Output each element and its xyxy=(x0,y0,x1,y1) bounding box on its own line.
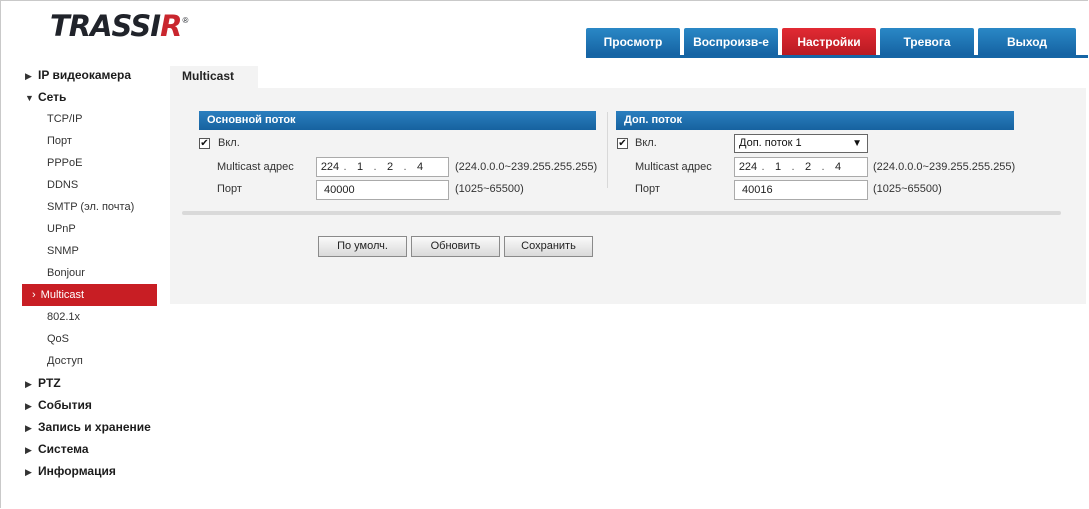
sidebar-item-storage[interactable]: ▶ Запись и хранение xyxy=(22,416,157,438)
sidebar-item-ip-camera[interactable]: ▶ IP видеокамера xyxy=(22,64,157,86)
top-nav: Просмотр Воспроизв-е Настройки Тревога В… xyxy=(586,28,1080,55)
sidebar-item-events[interactable]: ▶ События xyxy=(22,394,157,416)
expand-right-icon: ▶ xyxy=(25,423,32,433)
expand-down-icon: ▼ xyxy=(25,93,34,103)
sub-enable-label: Вкл. xyxy=(635,137,657,149)
tab-playback[interactable]: Воспроизв-е xyxy=(684,28,778,55)
sidebar-item-label: PTZ xyxy=(38,376,61,390)
sidebar-item-label: Сеть xyxy=(38,90,67,104)
main-port-input[interactable]: 40000 xyxy=(316,180,449,200)
sidebar-item-label: События xyxy=(38,398,92,412)
main-port-label: Порт xyxy=(217,183,242,195)
chevron-right-icon: › xyxy=(32,289,36,301)
main-port-range: (1025~65500) xyxy=(455,183,524,195)
default-button[interactable]: По умолч. xyxy=(318,236,407,257)
sidebar-item-multicast[interactable]: › Multicast xyxy=(22,284,157,306)
expand-right-icon: ▶ xyxy=(25,445,32,455)
sidebar-item-port[interactable]: Порт xyxy=(22,130,157,152)
sidebar-item-ddns[interactable]: DDNS xyxy=(22,174,157,196)
main-address-input[interactable]: 224. 1. 2. 4 xyxy=(316,157,449,177)
section-divider xyxy=(607,112,608,188)
tab-multicast[interactable]: Multicast xyxy=(170,66,258,88)
sub-stream-header: Доп. поток xyxy=(616,111,1014,130)
sidebar-item-upnp[interactable]: UPnP xyxy=(22,218,157,240)
tab-view[interactable]: Просмотр xyxy=(586,28,680,55)
main-enable-checkbox[interactable]: ✔ xyxy=(199,138,210,149)
sub-enable-checkbox[interactable]: ✔ xyxy=(617,138,628,149)
sidebar: ▶ IP видеокамера ▼ Сеть TCP/IP Порт PPPoE … xyxy=(22,64,157,482)
sidebar-item-label: Multicast xyxy=(40,289,85,301)
expand-right-icon: ▶ xyxy=(25,379,32,389)
sidebar-item-access[interactable]: Доступ xyxy=(22,350,157,372)
sidebar-item-network[interactable]: ▼ Сеть xyxy=(22,86,157,108)
chevron-down-icon: ▼ xyxy=(852,138,862,149)
tab-settings[interactable]: Настройки xyxy=(782,28,876,55)
sub-stream-select[interactable]: Доп. поток 1 ▼ xyxy=(734,134,868,153)
refresh-button[interactable]: Обновить xyxy=(411,236,500,257)
tab-alarm[interactable]: Тревога xyxy=(880,28,974,55)
main-address-label: Multicast адрес xyxy=(217,161,294,173)
trassir-logo: TRASSIR ® xyxy=(50,9,189,43)
expand-right-icon: ▶ xyxy=(25,401,32,411)
sidebar-item-label: Запись и хранение xyxy=(38,420,151,434)
main-stream-header: Основной поток xyxy=(199,111,596,130)
expand-right-icon: ▶ xyxy=(25,467,32,477)
sidebar-item-smtp[interactable]: SMTP (эл. почта) xyxy=(22,196,157,218)
sub-address-range: (224.0.0.0~239.255.255.255) xyxy=(873,161,1016,173)
sidebar-item-pppoe[interactable]: PPPoE xyxy=(22,152,157,174)
horizontal-separator xyxy=(182,211,1061,215)
tab-logout[interactable]: Выход xyxy=(978,28,1076,55)
expand-right-icon: ▶ xyxy=(25,71,32,81)
sub-port-range: (1025~65500) xyxy=(873,183,942,195)
main-address-range: (224.0.0.0~239.255.255.255) xyxy=(455,161,598,173)
sidebar-item-qos[interactable]: QoS xyxy=(22,328,157,350)
save-button[interactable]: Сохранить xyxy=(504,236,593,257)
sidebar-item-ptz[interactable]: ▶ PTZ xyxy=(22,372,157,394)
sidebar-item-info[interactable]: ▶ Информация xyxy=(22,460,157,482)
sidebar-item-snmp[interactable]: SNMP xyxy=(22,240,157,262)
sidebar-item-label: Информация xyxy=(38,464,116,478)
sidebar-item-8021x[interactable]: 802.1x xyxy=(22,306,157,328)
sidebar-item-system[interactable]: ▶ Система xyxy=(22,438,157,460)
sub-address-label: Multicast адрес xyxy=(635,161,712,173)
sidebar-item-label: IP видеокамера xyxy=(38,68,132,82)
sub-port-label: Порт xyxy=(635,183,660,195)
sub-port-input[interactable]: 40016 xyxy=(734,180,868,200)
main-enable-label: Вкл. xyxy=(218,137,240,149)
sidebar-item-label: Система xyxy=(38,442,89,456)
sidebar-item-bonjour[interactable]: Bonjour xyxy=(22,262,157,284)
sidebar-item-tcpip[interactable]: TCP/IP xyxy=(22,108,157,130)
nav-underline xyxy=(586,55,1088,58)
sub-address-input[interactable]: 224. 1. 2. 4 xyxy=(734,157,868,177)
